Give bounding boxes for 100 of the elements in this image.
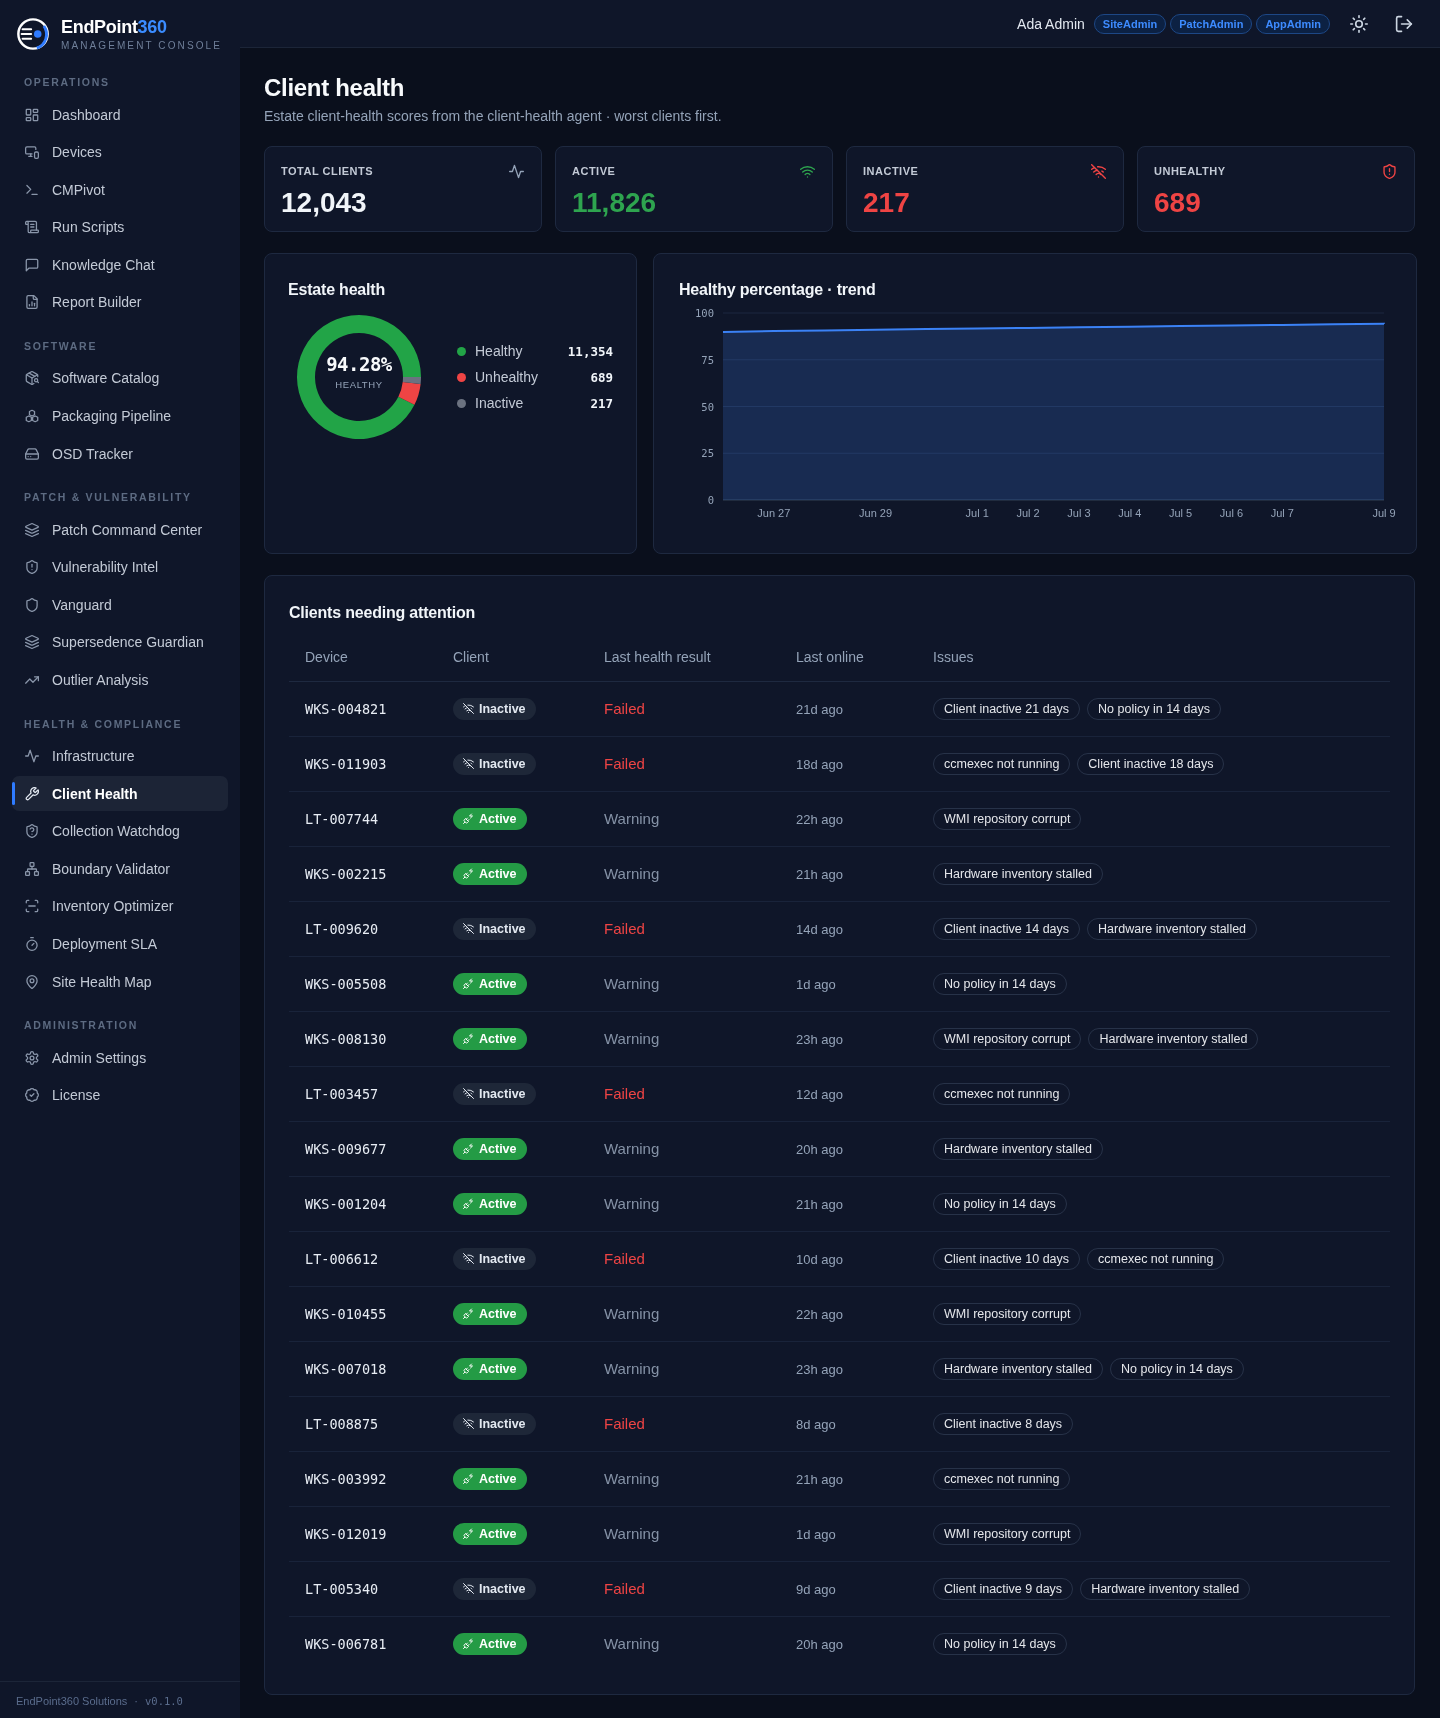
chat-bubble-icon [25, 257, 39, 272]
last-online: 10d ago [796, 1251, 843, 1267]
device-id: LT-006612 [305, 1250, 379, 1267]
timer-icon [25, 937, 39, 951]
nav-item[interactable]: CMPivot [12, 172, 228, 208]
health-result: Failed [604, 754, 645, 772]
nav-item[interactable]: Packaging Pipeline [12, 398, 228, 434]
user-name: Ada Admin [1017, 15, 1085, 32]
nav-item[interactable]: Knowledge Chat [12, 247, 228, 283]
wifi-off-icon [463, 923, 474, 934]
grid-icon [25, 107, 39, 122]
legend-value: 217 [590, 395, 613, 411]
last-online: 14d ago [796, 921, 843, 937]
last-online: 1d ago [796, 976, 836, 992]
monitor-icon [25, 145, 39, 160]
nav-item[interactable]: Boundary Validator [12, 851, 228, 887]
device-id: LT-005340 [305, 1580, 379, 1597]
nav-item[interactable]: Collection Watchdog [12, 813, 228, 849]
x-tick-label: Jul 3 [1067, 507, 1091, 519]
nav-section-title: SOFTWARE [23, 338, 99, 354]
nav-item[interactable]: Site Health Map [12, 964, 228, 1000]
shield-alert-icon [25, 560, 39, 575]
shield-alert-icon [1382, 163, 1397, 179]
card-title: Clients needing attention [289, 603, 477, 623]
client-status-text: Inactive [479, 1416, 526, 1431]
card-title: Healthy percentage · trend [679, 280, 877, 300]
map-pin-icon [25, 974, 39, 989]
health-result: Warning [604, 974, 660, 992]
sun-icon[interactable] [1350, 14, 1368, 33]
device-id: LT-007744 [305, 810, 379, 827]
pulse-icon [509, 163, 524, 179]
nav-item[interactable]: Deployment SLA [12, 926, 228, 962]
device-id: WKS-008130 [305, 1030, 387, 1047]
wifi-off-icon [463, 1088, 474, 1099]
nav-section-title: HEALTH & COMPLIANCE [23, 716, 184, 732]
x-tick-label: Jun 29 [859, 507, 893, 519]
nav-item[interactable]: Devices [12, 134, 228, 170]
nav-item[interactable]: Report Builder [12, 284, 228, 320]
footer-company: EndPoint360 Solutions [16, 1695, 128, 1707]
nav-section-title: OPERATIONS [23, 75, 111, 90]
legend-value: 11,354 [567, 343, 613, 359]
nav-item[interactable]: Patch Command Center [12, 512, 228, 548]
layers-icon [25, 635, 39, 650]
nav-item[interactable]: Infrastructure [12, 738, 228, 774]
stat-value: 12,043 [281, 186, 368, 220]
last-online: 12d ago [796, 1086, 843, 1102]
logo-icon [16, 17, 50, 51]
nav-item[interactable]: Run Scripts [12, 209, 228, 245]
x-tick-label: Jul 2 [1016, 507, 1040, 519]
nav-item[interactable]: Vulnerability Intel [12, 549, 228, 585]
last-online: 21h ago [796, 1471, 843, 1487]
terminal-icon [25, 182, 39, 197]
client-status-text: Active [479, 811, 517, 826]
client-status-text: Active [479, 1141, 517, 1156]
client-status-text: Active [479, 1031, 517, 1046]
health-result: Warning [604, 1029, 660, 1047]
role-tag: SiteAdmin [1093, 13, 1167, 34]
health-result: Warning [604, 1194, 660, 1212]
client-status-text: Inactive [479, 701, 526, 716]
nav-item[interactable]: Client Health [12, 776, 228, 812]
health-result: Warning [604, 1139, 660, 1157]
legend-value: 689 [590, 369, 613, 385]
logout-icon[interactable] [1395, 14, 1413, 33]
plug-icon [463, 1198, 474, 1209]
plug-icon [463, 1473, 474, 1484]
nav-item[interactable]: Admin Settings [12, 1040, 228, 1076]
wifi-off-icon [463, 758, 474, 769]
stat-label: ACTIVE [572, 165, 616, 177]
last-online: 22h ago [796, 811, 843, 827]
nav-item[interactable]: Outlier Analysis [12, 662, 228, 698]
x-tick-label: Jul 1 [965, 507, 989, 519]
client-status-text: Active [479, 866, 517, 881]
device-id: WKS-001204 [305, 1195, 387, 1212]
column-header: Last online [796, 648, 864, 665]
nav-item[interactable]: License [12, 1077, 228, 1113]
stat-label: INACTIVE [863, 165, 919, 177]
device-id: WKS-011903 [305, 755, 387, 772]
client-status-text: Active [479, 1361, 517, 1376]
health-result: Warning [604, 1469, 660, 1487]
nav-item[interactable]: Inventory Optimizer [12, 888, 228, 924]
x-tick-label: Jul 9 [1372, 507, 1396, 519]
device-id: LT-009620 [305, 920, 379, 937]
health-result: Failed [604, 1249, 645, 1267]
device-id: WKS-007018 [305, 1360, 387, 1377]
nav-item[interactable]: Dashboard [12, 97, 228, 132]
stat-label: UNHEALTHY [1154, 165, 1226, 177]
shield-question-icon [25, 824, 39, 839]
last-online: 20h ago [796, 1636, 843, 1652]
stat-label: TOTAL CLIENTS [281, 165, 374, 177]
nav-item[interactable]: Supersedence Guardian [12, 624, 228, 660]
client-status-text: Active [479, 1306, 517, 1321]
nav-item[interactable]: OSD Tracker [12, 436, 228, 472]
nav-item[interactable]: Vanguard [12, 587, 228, 623]
plug-icon [463, 1638, 474, 1650]
client-status-text: Inactive [479, 756, 526, 771]
nav-item[interactable]: Software Catalog [12, 360, 228, 396]
x-tick-label: Jun 27 [757, 507, 791, 519]
donut-center-value: 94.28% [326, 352, 392, 376]
client-status-text: Active [479, 976, 517, 991]
drive-icon [25, 446, 39, 461]
